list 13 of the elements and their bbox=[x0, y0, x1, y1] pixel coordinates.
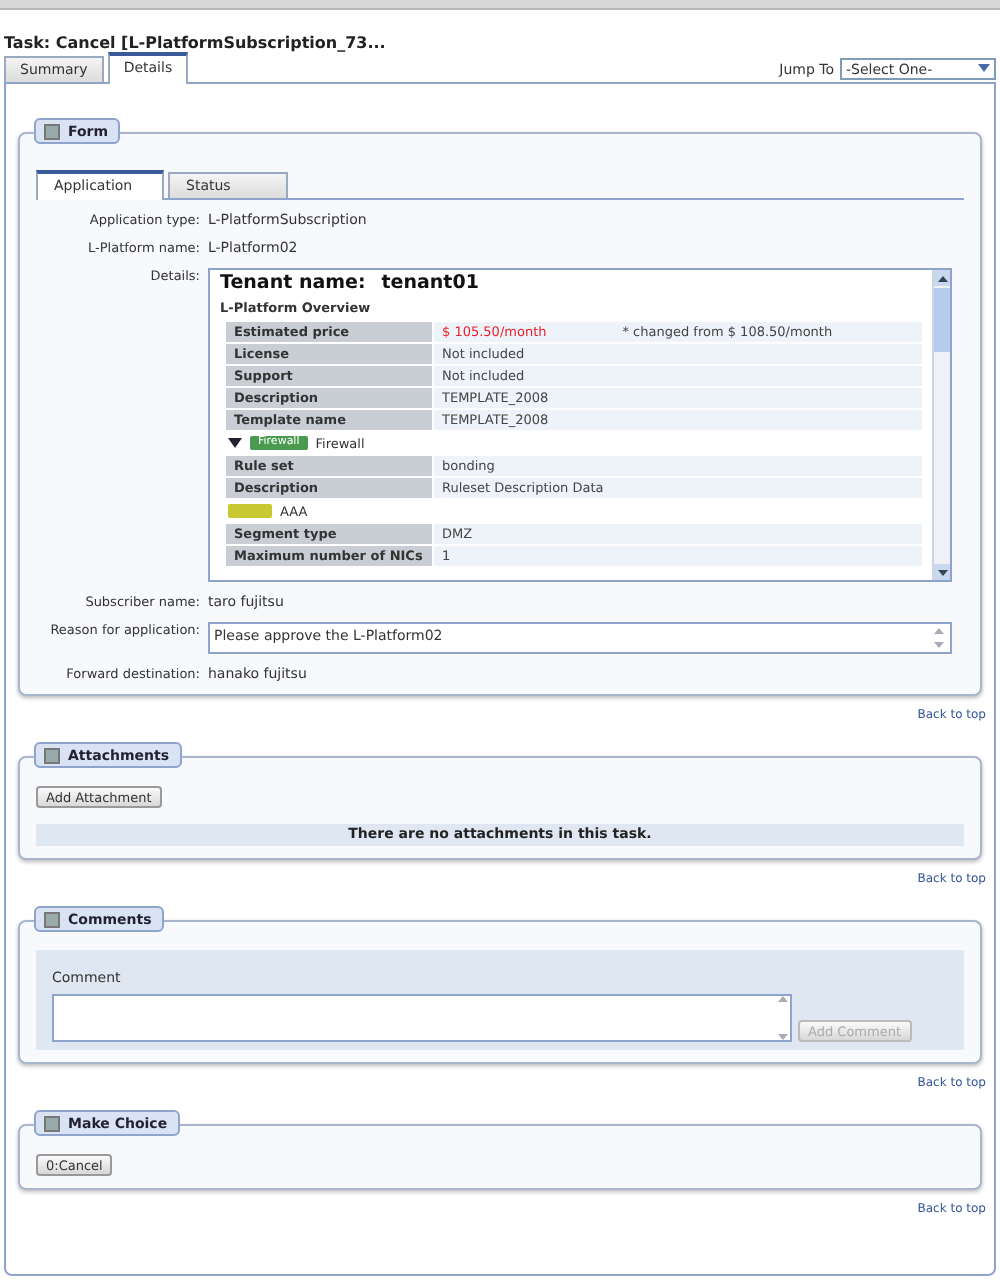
scroll-up-icon[interactable] bbox=[937, 275, 947, 281]
caret-icon bbox=[978, 64, 990, 74]
tenant-name: tenant01 bbox=[381, 272, 479, 294]
expanded-icon[interactable] bbox=[228, 437, 242, 449]
collapse-icon[interactable] bbox=[44, 123, 60, 139]
tenant-label: Tenant name: bbox=[220, 272, 366, 294]
collapse-icon[interactable] bbox=[44, 747, 60, 763]
scrollbar-thumb[interactable] bbox=[934, 288, 950, 352]
scrollbar[interactable] bbox=[932, 270, 950, 580]
page-title: Task: Cancel [L-PlatformSubscription_73... bbox=[2, 32, 388, 56]
collapse-icon[interactable] bbox=[44, 911, 60, 927]
collapse-icon[interactable] bbox=[44, 1115, 60, 1131]
scroll-down-icon[interactable] bbox=[937, 569, 947, 575]
